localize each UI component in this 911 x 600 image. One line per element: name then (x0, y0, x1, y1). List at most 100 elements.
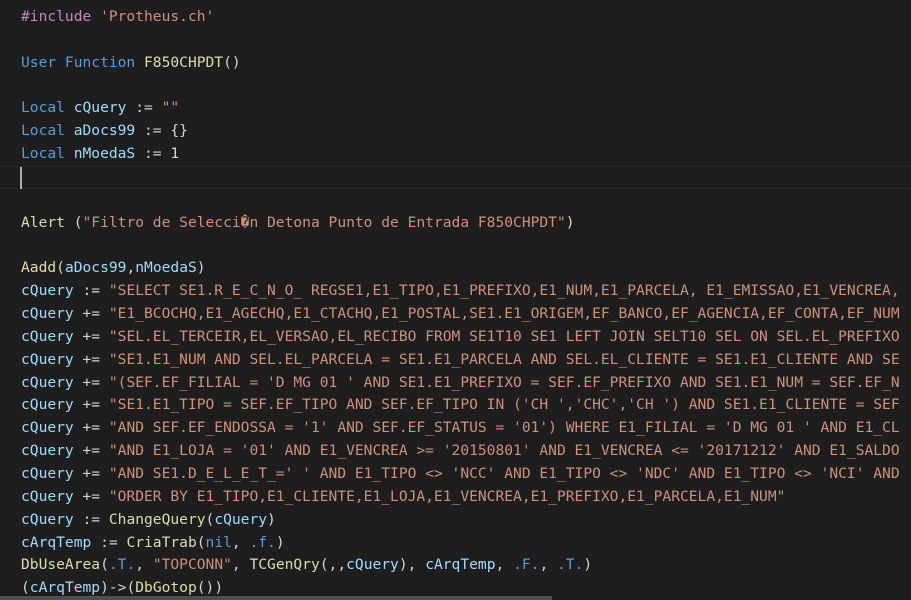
code-token: "SEL.EL_TERCEIR,EL_VERSAO,EL_RECIBO FROM… (108, 327, 900, 345)
code-token: .F. (513, 556, 540, 574)
code-line[interactable]: cQuery += "SE1.E1_NUM AND SEL.EL_PARCELA… (21, 348, 900, 371)
code-token: nMoedaS (135, 259, 197, 277)
code-token: .f. (249, 533, 276, 551)
horizontal-scrollbar-thumb[interactable] (0, 596, 552, 600)
code-token: cQuery (214, 510, 268, 528)
code-line[interactable]: cQuery := ChangeQuery(cQuery) (21, 508, 276, 531)
code-token: () (223, 53, 241, 71)
code-editor[interactable]: #include 'Protheus.ch' User Function F850… (0, 0, 911, 600)
code-token: cArqTemp (29, 579, 101, 597)
code-token: nMoedaS (73, 145, 136, 163)
code-line[interactable]: DbUseArea(.T., "TOPCONN", TCGenQry(,,cQu… (21, 553, 592, 576)
code-token: ), (398, 556, 426, 574)
code-token: ) (275, 533, 285, 551)
code-token: "AND SEF.EF_ENDOSSA = '1' AND SEF.EF_STA… (108, 419, 900, 437)
code-line[interactable]: cQuery += "AND SE1.D_E_L_E_T_=' ' AND E1… (21, 462, 900, 485)
code-line[interactable]: cQuery += "AND SEF.EF_ENDOSSA = '1' AND … (21, 416, 900, 439)
code-token: Local (21, 145, 74, 163)
code-token: , (231, 556, 250, 574)
code-token: DbUseArea (21, 556, 101, 574)
code-token: cArqTemp (425, 556, 496, 574)
code-line[interactable]: cQuery += "(SEF.EF_FILIAL = 'D MG 01 ' A… (21, 371, 900, 394)
code-line[interactable]: User Function F850CHPDT() (21, 51, 241, 74)
code-token: aDocs99 (73, 122, 136, 140)
code-line[interactable]: cArqTemp := CriaTrab(nil, .f.) (21, 531, 285, 554)
code-line[interactable]: cQuery += "SEL.EL_TERCEIR,EL_VERSAO,EL_R… (21, 325, 900, 348)
code-token: User Function (21, 53, 145, 71)
code-token: "TOPCONN" (152, 556, 232, 574)
code-line[interactable]: cQuery += "AND E1_LOJA = '01' AND E1_VEN… (21, 439, 900, 462)
code-token: 'Protheus.ch' (100, 8, 215, 25)
code-token: += (73, 419, 109, 437)
code-line[interactable]: Aadd(aDocs99,nMoedaS) (21, 256, 206, 279)
code-line[interactable]: #include 'Protheus.ch' (21, 5, 214, 28)
code-token: cQuery (21, 396, 74, 414)
code-line[interactable]: Local nMoedaS := 1 (21, 142, 179, 165)
code-token: cQuery (21, 487, 74, 505)
code-line[interactable]: cQuery += "SE1.E1_TIPO = SEF.EF_TIPO AND… (21, 393, 900, 416)
code-token: cQuery (21, 327, 74, 345)
code-token: cQuery (21, 442, 74, 460)
code-token: += (73, 442, 109, 460)
code-token: .T. (108, 556, 136, 574)
code-token: := (73, 282, 109, 300)
code-token: , (135, 556, 153, 574)
code-token: cQuery (21, 282, 74, 300)
code-token: Aadd (21, 259, 57, 277)
code-token: aDocs99 (64, 259, 127, 277)
code-token: Local (21, 122, 74, 140)
code-token: "AND SE1.D_E_L_E_T_=' ' AND E1_TIPO <> '… (108, 465, 900, 482)
code-token: , (231, 533, 250, 551)
code-token: "" (161, 99, 180, 117)
code-line[interactable]: Alert ("Filtro de Selecci�n Detona Punto… (21, 211, 575, 234)
code-token: , (539, 556, 558, 574)
code-token: "SE1.E1_TIPO = SEF.EF_TIPO AND SEF.EF_TI… (108, 396, 900, 414)
code-line[interactable]: cQuery += "ORDER BY E1_TIPO,E1_CLIENTE,E… (21, 485, 785, 508)
code-token: DbGotop (135, 579, 197, 597)
code-token: TCGenQry (249, 556, 320, 574)
code-token: cArqTemp (21, 533, 92, 551)
code-token: ( (21, 579, 30, 597)
code-token: := (73, 510, 109, 528)
code-token: "E1_BCOCHQ,E1_AGECHQ,E1_CTACHQ,E1_POSTAL… (108, 305, 900, 323)
code-token: := {} (135, 122, 188, 140)
code-token: ) (583, 556, 593, 574)
code-token: cQuery (346, 556, 399, 574)
code-token: nil (205, 533, 232, 551)
code-token: cQuery (21, 510, 74, 528)
code-token: += (73, 487, 109, 505)
code-token: .T. (557, 556, 584, 574)
code-token: ( (100, 556, 109, 574)
code-token: ChangeQuery (108, 510, 206, 528)
code-token: , (126, 259, 136, 277)
code-token: cQuery (21, 373, 74, 391)
text-cursor (20, 167, 22, 189)
code-token: := (91, 533, 127, 551)
code-token: cQuery (21, 419, 74, 437)
code-token: "(SEF.EF_FILIAL = 'D MG 01 ' AND SE1.E1_… (108, 373, 900, 391)
code-token: += (73, 350, 109, 368)
code-token: "SELECT SE1.R_E_C_N_O_ REGSE1,E1_TIPO,E1… (108, 282, 900, 300)
code-token: ( (196, 533, 206, 551)
horizontal-scrollbar-track[interactable] (0, 596, 911, 600)
code-token: ) (196, 259, 206, 277)
code-line[interactable]: Local aDocs99 := {} (21, 119, 188, 142)
code-line[interactable]: Local cQuery := "" (21, 96, 179, 119)
current-line-highlight (0, 166, 911, 189)
code-line[interactable]: cQuery += "E1_BCOCHQ,E1_AGECHQ,E1_CTACHQ… (21, 302, 900, 325)
code-token: 1 (170, 145, 180, 163)
code-token: "SE1.E1_NUM AND SEL.EL_PARCELA = SE1.E1_… (108, 350, 900, 368)
code-token: += (73, 305, 109, 323)
code-token: "AND E1_LOJA = '01' AND E1_VENCREA >= '2… (108, 442, 900, 460)
code-token: )->( (100, 579, 136, 597)
code-token: cQuery (21, 350, 74, 368)
code-token: += (73, 327, 109, 345)
code-line[interactable]: cQuery := "SELECT SE1.R_E_C_N_O_ REGSE1,… (21, 279, 900, 302)
code-token: cQuery (73, 99, 127, 117)
code-token: F850CHPDT (144, 53, 224, 71)
code-token: ( (73, 213, 83, 231)
code-token: ) (267, 510, 276, 528)
code-token: "ORDER BY E1_TIPO,E1_CLIENTE,E1_LOJA,E1_… (108, 487, 786, 505)
code-token: := (135, 145, 171, 163)
code-token: += (73, 396, 109, 414)
